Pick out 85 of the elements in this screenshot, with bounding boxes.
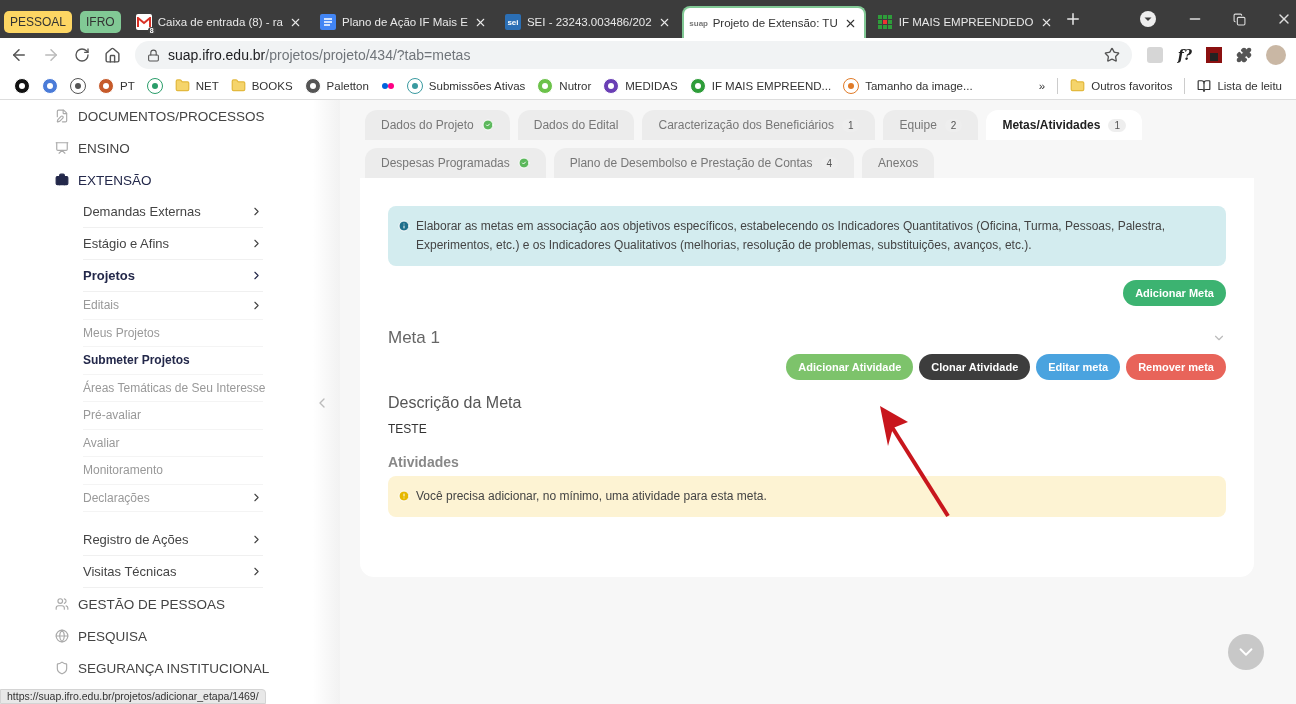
page-tab[interactable]: Metas/Atividades 1 bbox=[986, 110, 1142, 140]
menu-icon bbox=[55, 629, 69, 643]
back-icon[interactable] bbox=[10, 46, 28, 64]
bookmark-item[interactable]: Tamanho da image... bbox=[843, 77, 973, 94]
browser-tab[interactable]: sei SEI - 23243.003486/202 bbox=[497, 6, 678, 38]
menu-section[interactable]: PESQUISA bbox=[78, 628, 148, 644]
menu-icon bbox=[55, 173, 69, 187]
menu-item[interactable]: Visitas Técnicas bbox=[83, 556, 263, 588]
lock-icon[interactable] bbox=[147, 48, 160, 62]
site-icon bbox=[304, 77, 321, 94]
site-icon bbox=[843, 77, 860, 94]
tab-search-icon[interactable] bbox=[1139, 10, 1157, 28]
restore-icon[interactable] bbox=[1233, 12, 1246, 26]
page-tab[interactable]: Caracterização dos Beneficiários 1 bbox=[642, 110, 876, 140]
bookmark-item[interactable]: Paletton bbox=[304, 77, 369, 94]
site-icon bbox=[98, 77, 114, 94]
menu-item[interactable]: Estágio e Afins bbox=[83, 228, 263, 260]
site-icon bbox=[42, 77, 58, 94]
menu-item[interactable]: Projetos bbox=[83, 260, 263, 292]
page-tab[interactable]: Dados do Projeto bbox=[365, 110, 510, 140]
folder-icon bbox=[230, 78, 246, 93]
browser-tab[interactable]: suap Projeto de Extensão: TU bbox=[681, 6, 866, 38]
count-badge: 1 bbox=[1108, 118, 1126, 132]
alert-text: Você precisa adicionar, no mínimo, uma atividade para esta meta. bbox=[416, 488, 767, 505]
menu-icon bbox=[55, 597, 69, 611]
page-tab[interactable]: Despesas Programadas bbox=[365, 148, 546, 178]
description-text: TESTE bbox=[388, 422, 428, 436]
info-icon bbox=[398, 220, 410, 232]
bookmark-item[interactable]: MEDIDAS bbox=[603, 77, 678, 94]
section-heading: Descrição da Meta bbox=[388, 394, 523, 412]
extensions-icon[interactable] bbox=[1236, 47, 1252, 63]
site-logo: suap bbox=[690, 17, 707, 30]
page-tab[interactable]: Plano de Desembolso e Prestação de Contas 4 bbox=[553, 148, 855, 178]
reload-icon[interactable] bbox=[74, 47, 90, 63]
bookmark-star-icon[interactable] bbox=[1103, 47, 1120, 63]
bookmark-item[interactable]: Submissões Ativas bbox=[406, 77, 526, 94]
bookmark-item[interactable]: Lista de leitu bbox=[1197, 78, 1282, 93]
alert-text: Elaborar as metas em associação aos objetivos específicos, estabelecendo os Indicadores Quantitativos (Oficina, Turma, Pessoas, Palestra, Experimentos, etc.) e os Indicadores Qualitativos (melhorias, resolução de problemas, substituições, avanços, etc.). bbox=[416, 218, 1167, 254]
page-tab[interactable]: Dados do Edital bbox=[517, 110, 635, 140]
status-url: https://suap.ifro.edu.br/projetos/adicionar_etapa/1469/ bbox=[0, 689, 266, 704]
bookmark-item[interactable]: Nutror bbox=[537, 77, 592, 94]
page-tab[interactable]: Equipe 2 bbox=[883, 110, 979, 140]
menu-icon bbox=[55, 141, 69, 155]
menu-item[interactable]: Submeter Projetos bbox=[83, 347, 263, 375]
bookmark-item[interactable]: PT bbox=[98, 77, 135, 94]
bookmark-item[interactable]: Outros favoritos bbox=[1070, 78, 1173, 93]
dots-icon bbox=[380, 81, 395, 90]
bookmark-item[interactable]: BOOKS bbox=[230, 78, 293, 93]
document-icon bbox=[320, 14, 336, 30]
menu-icon bbox=[55, 661, 69, 675]
home-icon[interactable] bbox=[104, 46, 121, 64]
menu-section[interactable]: GESTÃO DE PESSOAS bbox=[78, 596, 226, 612]
site-icon bbox=[146, 77, 163, 94]
action-button[interactable]: Clonar Atividade bbox=[919, 354, 1031, 380]
menu-icon bbox=[55, 109, 69, 123]
menu-section[interactable]: DOCUMENTOS/PROCESSOS bbox=[78, 108, 265, 124]
goal-title[interactable]: Meta 1 bbox=[388, 328, 440, 348]
more-bookmarks-icon[interactable]: » bbox=[1038, 79, 1046, 92]
bookmark-item[interactable]: IF MAIS EMPREEND... bbox=[689, 77, 832, 94]
site-icon bbox=[70, 77, 86, 94]
menu-section[interactable]: ENSINO bbox=[78, 140, 130, 156]
tab-group-label[interactable]: PESSOAL bbox=[4, 11, 73, 33]
site-icon bbox=[14, 77, 30, 94]
reading-list-icon bbox=[1197, 78, 1212, 93]
browser-tab[interactable]: Plano de Ação IF Mais E bbox=[313, 6, 494, 38]
address-field[interactable]: suap.ifro.edu.br/projetos/projeto/434/?tab=metas bbox=[135, 41, 1132, 69]
site-icon bbox=[603, 77, 620, 94]
menu-section[interactable]: SEGURANÇA INSTITUCIONAL bbox=[78, 660, 270, 676]
menu-section[interactable]: EXTENSÃO bbox=[78, 172, 152, 188]
tab-group-label[interactable]: IFRO bbox=[80, 11, 121, 33]
extension-icon[interactable]: f? bbox=[1177, 47, 1192, 63]
site-icon bbox=[689, 77, 706, 94]
folder-icon bbox=[174, 78, 190, 93]
menu-item[interactable]: Registro de Ações bbox=[83, 524, 263, 556]
bookmark-item[interactable]: NET bbox=[174, 78, 219, 93]
folder-icon bbox=[1070, 78, 1086, 93]
section-heading: Atividades bbox=[388, 454, 460, 470]
page-tab[interactable]: Anexos bbox=[862, 148, 935, 178]
grid-icon bbox=[876, 14, 893, 30]
browser-tab[interactable]: IF MAIS EMPREENDEDO bbox=[869, 6, 1060, 38]
site-logo: sei bbox=[504, 14, 521, 30]
site-icon bbox=[406, 77, 423, 94]
warning-icon bbox=[398, 490, 410, 502]
menu-item[interactable]: Demandas Externas bbox=[83, 196, 263, 228]
site-icon bbox=[537, 77, 554, 94]
